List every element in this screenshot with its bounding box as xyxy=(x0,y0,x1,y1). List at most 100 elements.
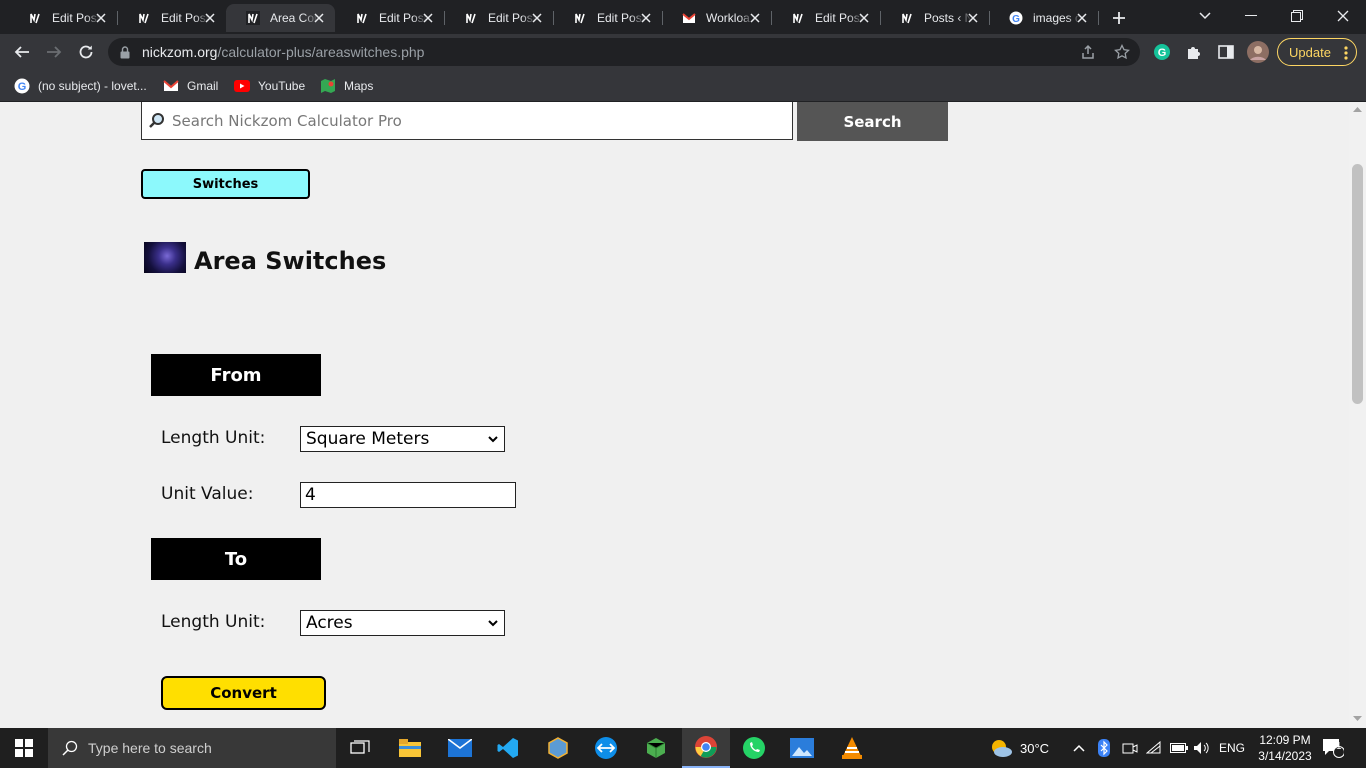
to-header: To xyxy=(151,538,321,580)
grammarly-extension-button[interactable]: G xyxy=(1150,40,1174,64)
tab-close-button[interactable] xyxy=(747,10,763,26)
page-scrollbar[interactable] xyxy=(1349,102,1366,728)
bookmarks-bar: G (no subject) - lovet... Gmail YouTube … xyxy=(0,70,1366,102)
close-icon xyxy=(750,13,760,23)
browser-tab[interactable]: Edit Post xyxy=(553,4,663,32)
bookmark-gmail[interactable]: Gmail xyxy=(163,76,218,96)
vscode-app[interactable] xyxy=(484,728,532,768)
nickzom-icon xyxy=(246,11,260,25)
convert-button[interactable]: Convert xyxy=(161,676,326,710)
chrome-app[interactable] xyxy=(682,728,730,768)
mail-app[interactable] xyxy=(436,728,484,768)
battery-tray-icon[interactable] xyxy=(1170,728,1188,768)
tab-close-button[interactable] xyxy=(93,10,109,26)
wifi-tray-icon[interactable] xyxy=(1146,728,1162,768)
browser-tab[interactable]: Edit Post xyxy=(335,4,445,32)
camera-icon xyxy=(1122,743,1138,754)
from-unit-select[interactable]: Square Meters xyxy=(300,426,505,452)
update-button[interactable]: Update xyxy=(1277,38,1357,66)
virtualbox-app[interactable] xyxy=(534,728,582,768)
to-unit-select[interactable]: Acres xyxy=(300,610,505,636)
profile-avatar[interactable] xyxy=(1246,40,1270,64)
browser-tab[interactable]: Edit Post xyxy=(771,4,881,32)
page-content: Search Switches Area Switches From Lengt… xyxy=(0,102,1366,728)
close-icon xyxy=(314,13,324,23)
bookmark-maps[interactable]: Maps xyxy=(320,76,373,96)
tab-close-button[interactable] xyxy=(856,10,872,26)
search-button[interactable]: Search xyxy=(797,102,948,141)
browser-tab[interactable]: Edit Post xyxy=(8,4,118,32)
side-panel-button[interactable] xyxy=(1214,40,1238,64)
clock[interactable]: 12:09 PM 3/14/2023 xyxy=(1256,728,1314,768)
close-icon xyxy=(968,13,978,23)
vlc-app[interactable] xyxy=(828,728,876,768)
site-search-input[interactable] xyxy=(172,111,772,130)
extensions-button[interactable] xyxy=(1182,40,1206,64)
browser-tab[interactable]: Edit Post xyxy=(117,4,227,32)
file-explorer-app[interactable] xyxy=(386,728,434,768)
tab-close-button[interactable] xyxy=(529,10,545,26)
tab-close-button[interactable] xyxy=(202,10,218,26)
arrow-left-icon xyxy=(14,46,29,58)
browser-toolbar: nickzom.org/calculator-plus/areaswitches… xyxy=(0,34,1366,70)
close-icon xyxy=(423,13,433,23)
chrome-icon xyxy=(695,736,717,758)
scroll-down-icon xyxy=(1353,716,1362,721)
restore-button[interactable] xyxy=(1274,0,1320,32)
weather-widget[interactable]: 30°C xyxy=(988,728,1049,768)
tab-close-button[interactable] xyxy=(638,10,654,26)
photos-app[interactable] xyxy=(778,728,826,768)
wifi-icon xyxy=(1146,741,1161,754)
nickzom-icon xyxy=(464,11,478,25)
battery-icon xyxy=(1170,743,1188,753)
arrow-right-icon xyxy=(47,46,62,58)
browser-tab[interactable]: Workloa xyxy=(662,4,772,32)
site-search-field[interactable] xyxy=(141,102,793,140)
cube-icon xyxy=(548,737,568,759)
minimize-button[interactable] xyxy=(1228,0,1274,32)
from-header: From xyxy=(151,354,321,396)
tab-close-button[interactable] xyxy=(1074,10,1090,26)
bookmark-no-subject[interactable]: G (no subject) - lovet... xyxy=(14,76,147,96)
bluetooth-tray-icon[interactable] xyxy=(1098,728,1110,768)
tab-close-button[interactable] xyxy=(965,10,981,26)
tab-search-button[interactable] xyxy=(1182,0,1228,32)
close-icon xyxy=(532,13,542,23)
notification-center-button[interactable]: 1 xyxy=(1322,728,1344,768)
svg-text:G: G xyxy=(18,81,27,93)
new-tab-button[interactable] xyxy=(1108,7,1130,29)
google-icon: G xyxy=(14,78,30,94)
avatar-icon xyxy=(1247,41,1269,63)
language-indicator[interactable]: ENG xyxy=(1219,728,1245,768)
browser-tab[interactable]: Posts ‹ N xyxy=(880,4,990,32)
bookmark-youtube[interactable]: YouTube xyxy=(234,76,305,96)
meet-now-tray-icon[interactable] xyxy=(1122,728,1138,768)
forward-button[interactable] xyxy=(42,40,66,64)
volume-tray-icon[interactable] xyxy=(1193,728,1211,768)
browser-tab[interactable]: Area Con xyxy=(226,4,335,32)
task-view-button[interactable] xyxy=(336,728,384,768)
svg-text:G: G xyxy=(1158,47,1167,59)
browser-tab[interactable]: Edit Post xyxy=(444,4,554,32)
taskbar-search[interactable]: Type here to search xyxy=(48,728,336,768)
3d-app[interactable] xyxy=(632,728,680,768)
scrollbar-thumb[interactable] xyxy=(1352,164,1363,404)
switches-button[interactable]: Switches xyxy=(141,169,310,199)
address-bar[interactable]: nickzom.org/calculator-plus/areaswitches… xyxy=(108,38,1140,66)
close-window-button[interactable] xyxy=(1320,0,1366,32)
start-button[interactable] xyxy=(0,728,48,768)
back-button[interactable] xyxy=(10,40,34,64)
restore-icon xyxy=(1291,10,1303,22)
reload-icon xyxy=(79,45,93,59)
reload-button[interactable] xyxy=(74,40,98,64)
tab-close-button[interactable] xyxy=(311,10,327,26)
hidden-icons-button[interactable] xyxy=(1072,728,1086,768)
nickzom-icon xyxy=(28,11,42,25)
whatsapp-app[interactable] xyxy=(730,728,778,768)
tab-close-button[interactable] xyxy=(420,10,436,26)
browser-tab[interactable]: Gimages c xyxy=(989,4,1099,32)
unit-value-input[interactable]: 4 xyxy=(300,482,516,508)
url-text: nickzom.org/calculator-plus/areaswitches… xyxy=(142,44,425,60)
close-icon xyxy=(205,13,215,23)
teamviewer-app[interactable] xyxy=(582,728,630,768)
